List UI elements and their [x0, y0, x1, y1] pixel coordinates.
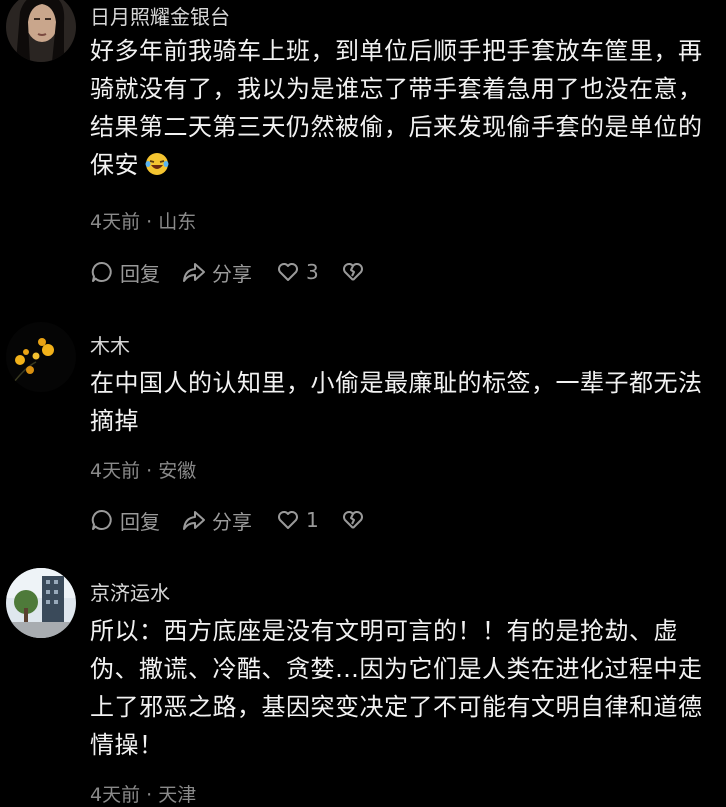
avatar[interactable]	[6, 568, 76, 638]
comment-actions: 回复 分享 1	[90, 506, 371, 534]
reply-button[interactable]: 回复	[90, 258, 160, 287]
share-arrow-icon	[183, 263, 205, 282]
comment-meta: 4天前 · 安徽	[90, 460, 197, 482]
share-label: 分享	[212, 261, 252, 286]
comment-username[interactable]: 木木	[90, 330, 130, 359]
reply-label: 回复	[120, 261, 160, 286]
share-button[interactable]: 分享	[182, 506, 252, 535]
like-count: 1	[306, 508, 319, 532]
comment-line: 结果第二天第三天仍然被偷，后来发现偷手套的是单位的	[90, 113, 703, 141]
comment-line: 上了邪恶之路，基因突变决定了不可能有文明自律和道德	[90, 693, 703, 721]
comment-line: 情操！	[90, 731, 164, 759]
comment-line: 好多年前我骑车上班，到单位后顺手把手套放车筐里，再	[90, 37, 703, 65]
avatar-image	[6, 322, 76, 392]
comment-username[interactable]: 日月照耀金银台	[90, 1, 230, 30]
comment-line: 保安	[90, 151, 139, 179]
dislike-button[interactable]	[341, 508, 371, 532]
comment-meta: 4天前 · 天津	[90, 784, 197, 806]
comment-text: 好多年前我骑车上班，到单位后顺手把手套放车筐里，再 骑就没有了，我以为是谁忘了带…	[90, 32, 710, 184]
share-label: 分享	[212, 509, 252, 534]
broken-heart-icon	[342, 511, 363, 529]
dislike-button[interactable]	[341, 260, 371, 284]
heart-icon	[278, 511, 298, 529]
comment-line: 摘掉	[90, 407, 139, 435]
broken-heart-icon	[342, 263, 363, 281]
comment-line: 伪、撒谎、冷酷、贪婪…因为它们是人类在进化过程中走	[90, 655, 703, 683]
avatar-image	[6, 0, 76, 62]
comment-text: 在中国人的认知里，小偷是最廉耻的标签，一辈子都无法 摘掉	[90, 364, 710, 440]
comment-line: 骑就没有了，我以为是谁忘了带手套着急用了也没在意，	[90, 75, 703, 103]
avatar[interactable]	[6, 0, 76, 62]
like-button[interactable]: 1	[276, 508, 319, 532]
share-arrow-icon	[183, 511, 205, 530]
comment-meta: 4天前 · 山东	[90, 211, 197, 233]
share-button[interactable]: 分享	[182, 258, 252, 287]
comment-line: 在中国人的认知里，小偷是最廉耻的标签，一辈子都无法	[90, 369, 703, 397]
comment-actions: 回复 分享 3	[90, 258, 371, 286]
reply-bubble-icon	[91, 509, 112, 530]
reply-label: 回复	[120, 509, 160, 534]
heart-icon	[278, 263, 298, 281]
comment-username[interactable]: 京济运水	[90, 577, 170, 606]
comment-text: 所以：西方底座是没有文明可言的！！有的是抢劫、虚 伪、撒谎、冷酷、贪婪…因为它们…	[90, 612, 710, 764]
avatar[interactable]	[6, 322, 76, 392]
avatar-image	[6, 568, 76, 638]
laughing-crying-emoji-icon	[145, 153, 169, 175]
reply-bubble-icon	[91, 261, 112, 282]
comment-line: 所以：西方底座是没有文明可言的！！有的是抢劫、虚	[90, 617, 678, 645]
like-button[interactable]: 3	[276, 260, 319, 284]
reply-button[interactable]: 回复	[90, 506, 160, 535]
like-count: 3	[306, 260, 319, 284]
